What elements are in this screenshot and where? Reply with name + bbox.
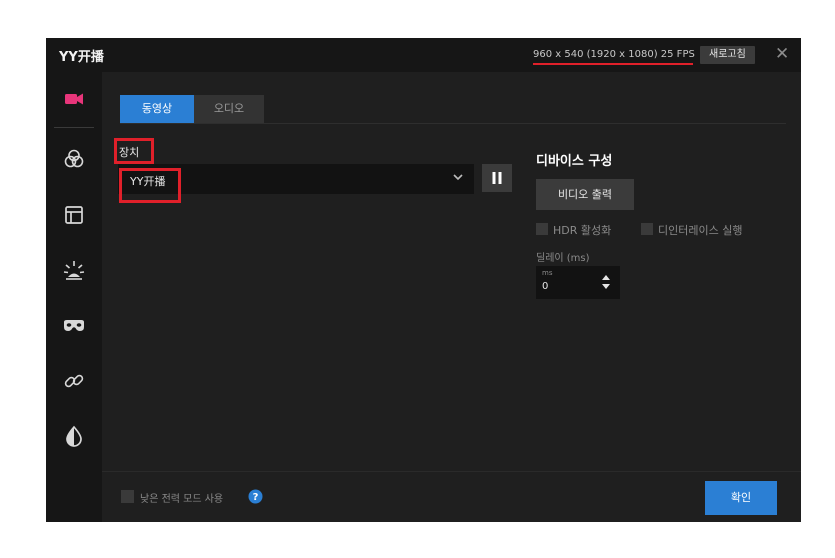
sidebar bbox=[46, 72, 102, 522]
contrast-icon[interactable] bbox=[61, 423, 87, 449]
hdr-label: HDR 활성화 bbox=[553, 224, 612, 237]
device-dropdown-value: YY开播 bbox=[130, 175, 166, 188]
title-bar: YY开播 960 x 540 (1920 x 1080) 25 FPS 새로고침… bbox=[46, 38, 801, 72]
device-label: 장치 bbox=[119, 146, 140, 159]
deinterlace-label: 디인터레이스 실행 bbox=[658, 224, 743, 237]
annotation-underline bbox=[533, 63, 693, 65]
hdr-checkbox[interactable] bbox=[536, 223, 548, 235]
low-power-checkbox[interactable] bbox=[121, 490, 134, 503]
color-filter-icon[interactable] bbox=[61, 146, 87, 172]
mask-icon[interactable] bbox=[61, 312, 87, 338]
deinterlace-checkbox[interactable] bbox=[641, 223, 653, 235]
delay-value[interactable]: 0 bbox=[542, 281, 548, 292]
link-icon[interactable] bbox=[61, 368, 87, 394]
tab-underline bbox=[120, 123, 786, 124]
sidebar-divider bbox=[54, 127, 94, 128]
help-icon[interactable]: ? bbox=[248, 489, 263, 504]
svg-text:?: ? bbox=[253, 492, 259, 503]
refresh-button[interactable]: 새로고침 bbox=[700, 46, 755, 64]
ok-button[interactable]: 확인 bbox=[705, 481, 777, 515]
delay-label: 딜레이 (ms) bbox=[536, 253, 590, 264]
video-camera-icon[interactable] bbox=[61, 86, 87, 112]
spin-arrows-icon[interactable] bbox=[600, 271, 612, 293]
window-title: YY开播 bbox=[59, 50, 104, 65]
light-effect-icon[interactable] bbox=[61, 257, 87, 283]
close-icon[interactable]: ✕ bbox=[775, 44, 789, 64]
device-settings-window: YY开播 960 x 540 (1920 x 1080) 25 FPS 새로고침… bbox=[46, 38, 801, 522]
chevron-down-icon[interactable] bbox=[452, 170, 464, 184]
pause-icon bbox=[492, 172, 502, 184]
layout-icon[interactable] bbox=[61, 202, 87, 228]
delay-unit: ms bbox=[542, 269, 553, 277]
tab-audio[interactable]: 오디오 bbox=[194, 95, 264, 123]
device-config-title: 디바이스 구성 bbox=[536, 154, 613, 169]
pause-button[interactable] bbox=[482, 164, 512, 192]
low-power-label: 낮은 전력 모드 사용 bbox=[140, 494, 224, 505]
tab-video[interactable]: 동영상 bbox=[120, 95, 194, 123]
footer-divider bbox=[102, 471, 801, 472]
video-output-button[interactable]: 비디오 출력 bbox=[536, 179, 634, 210]
resolution-fps-readout: 960 x 540 (1920 x 1080) 25 FPS bbox=[533, 49, 695, 60]
